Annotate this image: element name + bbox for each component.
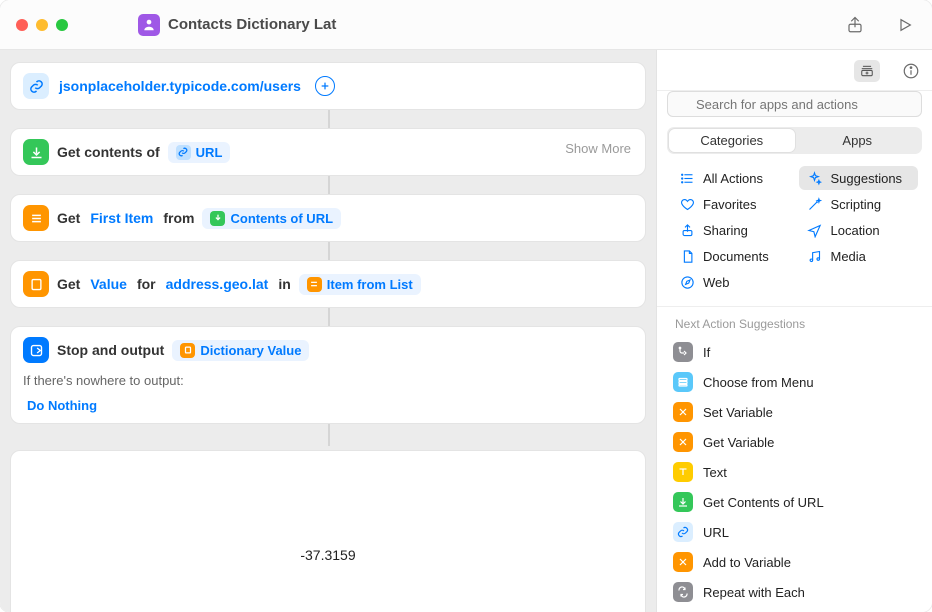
action-get-item[interactable]: Get First Item from Contents of URL [10, 194, 646, 242]
value-source[interactable]: Item from List [299, 274, 421, 295]
sidebar: Categories Apps All Actions Suggestions Fa… [656, 50, 932, 612]
window-title: Contacts Dictionary Lat [168, 16, 336, 33]
dictionary-icon [180, 343, 195, 358]
output-icon [23, 337, 49, 363]
category-sharing[interactable]: Sharing [671, 218, 791, 242]
output-token[interactable]: Dictionary Value [172, 340, 309, 361]
branch-icon [673, 342, 693, 362]
category-documents[interactable]: Documents [671, 244, 791, 268]
traffic-lights [16, 19, 68, 31]
safari-icon [679, 274, 695, 290]
list-item-icon [23, 205, 49, 231]
heart-icon [679, 196, 695, 212]
download-icon [673, 492, 693, 512]
get-contents-label: Get contents of [57, 144, 160, 160]
category-all-actions[interactable]: All Actions [671, 166, 791, 190]
shortcuts-window: Contacts Dictionary Lat jsonplaceholder.… [0, 0, 932, 612]
add-url-button[interactable] [315, 76, 335, 96]
link-icon [673, 522, 693, 542]
category-suggestions[interactable]: Suggestions [799, 166, 919, 190]
suggestion-get-dictionary-value[interactable]: Get Dictionary Value [657, 607, 932, 612]
run-button[interactable] [894, 14, 916, 36]
suggestions-header: Next Action Suggestions [657, 307, 932, 337]
nav-icon [807, 222, 823, 238]
which-item-selector[interactable]: First Item [88, 210, 155, 226]
dictionary-icon [23, 271, 49, 297]
suggestion-text[interactable]: Text [657, 457, 932, 487]
link-icon [176, 145, 191, 160]
doc-icon [679, 248, 695, 264]
suggestion-get-variable[interactable]: Get Variable [657, 427, 932, 457]
connector [10, 246, 646, 260]
category-media[interactable]: Media [799, 244, 919, 268]
sparkle-icon [807, 170, 823, 186]
connector [10, 312, 646, 326]
connector [10, 428, 646, 442]
category-scripting[interactable]: Scripting [799, 192, 919, 216]
library-button[interactable] [854, 60, 880, 82]
body: jsonplaceholder.typicode.com/users Get c… [0, 50, 932, 612]
download-icon [210, 211, 225, 226]
seg-categories[interactable]: Categories [669, 129, 795, 152]
output-preview: -37.3159 [10, 450, 646, 612]
suggestions-list: IfChoose from MenuSet VariableGet Variab… [657, 337, 932, 612]
value-type-selector[interactable]: Value [88, 276, 129, 292]
suggestion-choose-from-menu[interactable]: Choose from Menu [657, 367, 932, 397]
suggestion-repeat-with-each[interactable]: Repeat with Each [657, 577, 932, 607]
search-box [667, 91, 922, 117]
suggestion-get-contents-of-url[interactable]: Get Contents of URL [657, 487, 932, 517]
connector [10, 114, 646, 128]
action-get-dictionary-value[interactable]: Get Value for address.geo.lat in Item fr… [10, 260, 646, 308]
info-button[interactable] [900, 60, 922, 82]
music-icon [807, 248, 823, 264]
category-web[interactable]: Web [671, 270, 791, 294]
dictionary-key-input[interactable]: address.geo.lat [164, 276, 271, 292]
item-source[interactable]: Contents of URL [202, 208, 341, 229]
menu-icon [673, 372, 693, 392]
download-icon [23, 139, 49, 165]
zoom-window-button[interactable] [56, 19, 68, 31]
minimize-window-button[interactable] [36, 19, 48, 31]
connector [10, 180, 646, 194]
suggestion-url[interactable]: URL [657, 517, 932, 547]
get-contents-param[interactable]: URL [168, 142, 231, 163]
suggestion-if[interactable]: If [657, 337, 932, 367]
nowhere-label: If there's nowhere to output: [23, 369, 184, 388]
suggestion-add-to-variable[interactable]: Add to Variable [657, 547, 932, 577]
segmented-control[interactable]: Categories Apps [667, 127, 922, 154]
shortcut-app-icon [138, 14, 160, 36]
share-button[interactable] [844, 14, 866, 36]
x-icon [673, 552, 693, 572]
link-icon [23, 73, 49, 99]
editor-canvas[interactable]: jsonplaceholder.typicode.com/users Get c… [0, 50, 656, 612]
search-input[interactable] [667, 91, 922, 117]
output-value: -37.3159 [300, 547, 355, 563]
action-get-contents[interactable]: Get contents of URL Show More [10, 128, 646, 176]
seg-apps[interactable]: Apps [795, 129, 921, 152]
x-icon [673, 432, 693, 452]
suggestion-set-variable[interactable]: Set Variable [657, 397, 932, 427]
list-icon [679, 170, 695, 186]
wand-icon [807, 196, 823, 212]
fallback-selector[interactable]: Do Nothing [25, 398, 99, 413]
text-icon [673, 462, 693, 482]
categories-grid: All Actions Suggestions Favorites Scripting… [657, 164, 932, 307]
titlebar: Contacts Dictionary Lat [0, 0, 932, 50]
x-icon [673, 402, 693, 422]
list-item-icon [307, 277, 322, 292]
action-stop-output[interactable]: Stop and output Dictionary Value If ther… [10, 326, 646, 424]
url-value[interactable]: jsonplaceholder.typicode.com/users [57, 78, 303, 94]
category-favorites[interactable]: Favorites [671, 192, 791, 216]
repeat-icon [673, 582, 693, 602]
action-url[interactable]: jsonplaceholder.typicode.com/users [10, 62, 646, 110]
close-window-button[interactable] [16, 19, 28, 31]
category-location[interactable]: Location [799, 218, 919, 242]
show-more-button[interactable]: Show More [565, 141, 631, 156]
share-icon [679, 222, 695, 238]
